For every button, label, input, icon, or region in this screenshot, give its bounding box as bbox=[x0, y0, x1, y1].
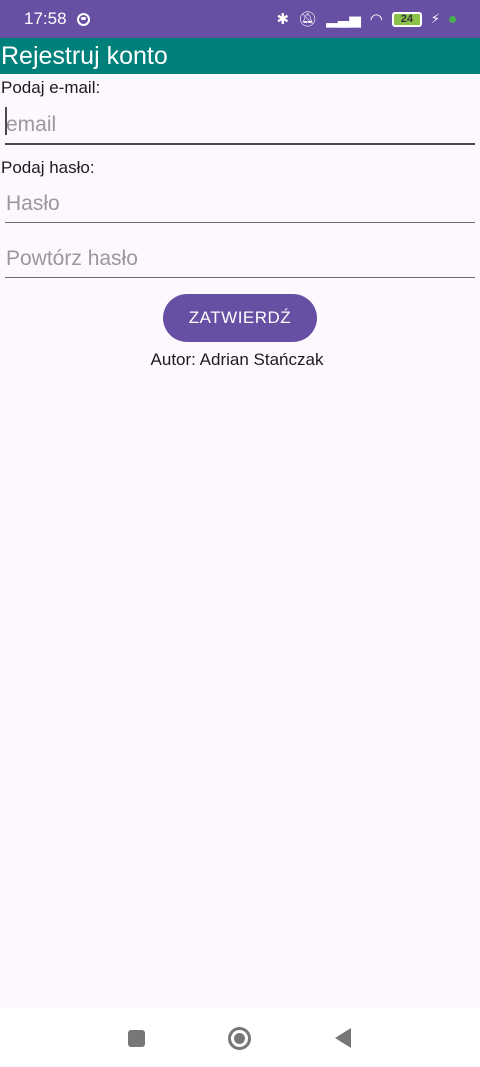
battery-level: 24 bbox=[400, 13, 413, 25]
author-text: Autor: Adrian Stańczak bbox=[150, 350, 324, 369]
password-field-container[interactable] bbox=[5, 177, 475, 223]
bluetooth-icon: ✱ bbox=[276, 11, 290, 28]
bell-off-icon: 🔕︎ bbox=[298, 11, 318, 28]
navigation-bar bbox=[0, 1008, 480, 1067]
submit-button[interactable]: ZATWIERDŹ bbox=[163, 294, 317, 342]
app-bar: Rejestruj konto bbox=[0, 38, 480, 74]
password-label: Podaj hasło: bbox=[1, 158, 95, 177]
status-bar: 17:58 ✱ 🔕︎ ▂▃▅ ◠ 24 ⚡ bbox=[0, 0, 480, 38]
recents-square-icon[interactable] bbox=[128, 1030, 145, 1047]
repeat-password-field-container[interactable] bbox=[5, 232, 475, 278]
back-triangle-icon[interactable] bbox=[335, 1028, 351, 1048]
page-title: Rejestruj konto bbox=[1, 41, 168, 70]
email-field[interactable] bbox=[6, 113, 475, 137]
repeat-password-field[interactable] bbox=[6, 247, 475, 271]
indicator-dot-icon bbox=[449, 15, 456, 23]
home-circle-icon[interactable] bbox=[228, 1027, 251, 1050]
status-time: 17:58 bbox=[24, 9, 67, 28]
charge-icon: ⚡ bbox=[430, 11, 440, 26]
wifi-icon: ◠ bbox=[369, 11, 383, 28]
password-field[interactable] bbox=[6, 192, 475, 216]
battery-icon: 24 bbox=[391, 11, 422, 27]
sync-icon bbox=[76, 12, 90, 26]
text-caret bbox=[5, 107, 7, 135]
email-field-container[interactable] bbox=[5, 99, 475, 145]
email-label: Podaj e-mail: bbox=[1, 78, 101, 97]
status-icons: ✱ 🔕︎ ▂▃▅ ◠ 24 ⚡ bbox=[277, 10, 456, 28]
signal-icon: ▂▃▅ bbox=[326, 11, 361, 28]
